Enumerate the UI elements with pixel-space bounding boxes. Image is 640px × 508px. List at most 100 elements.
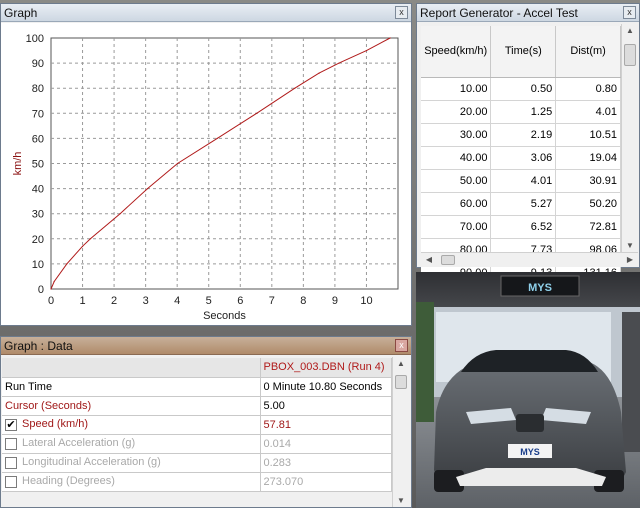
run-time-value: 0 Minute 10.80 Seconds [260,377,392,397]
x-tick-label: 5 [206,295,212,307]
dist-cell: 0.80 [555,77,621,101]
y-tick-label: 50 [32,159,44,171]
speed-data-point [66,263,68,265]
column-header-dist[interactable]: Dist(m) [555,26,621,78]
channel-label-cell: Longitudinal Acceleration (g) [2,453,261,473]
run-file-name[interactable]: PBOX_003.DBN (Run 4) [260,358,392,378]
cursor-value[interactable]: 5.00 [260,396,392,416]
report-row[interactable]: 10.00 0.50 0.80 [421,77,621,101]
y-tick-label: 80 [32,83,44,95]
speed-data-point [50,288,52,290]
scroll-right-arrow-icon[interactable]: ▶ [622,255,638,264]
channel-row[interactable]: Lateral Acceleration (g) 0.014 [2,434,392,454]
data-vscroll-thumb[interactable] [395,375,407,389]
channel-checkbox[interactable]: ✔ [5,418,17,431]
speed-cell: 40.00 [421,146,492,170]
x-tick-label: 9 [332,295,338,307]
speed-data-point [146,188,149,190]
data-scroll-up-arrow-icon[interactable]: ▲ [393,359,409,368]
report-row[interactable]: 30.00 2.19 10.51 [421,123,621,147]
x-tick-label: 8 [300,295,306,307]
time-cell: 1.25 [490,100,557,124]
time-cell: 6.52 [490,215,557,239]
time-cell: 2.19 [490,123,557,147]
y-tick-label: 20 [32,234,44,246]
dist-cell: 72.81 [555,215,621,239]
channel-row[interactable]: Longitudinal Acceleration (g) 0.283 [2,453,392,473]
report-row[interactable]: 20.00 1.25 4.01 [421,100,621,124]
speed-data-point [81,245,84,247]
speed-data-point [176,162,179,165]
time-cell: 0.50 [490,77,557,101]
scroll-down-arrow-icon[interactable]: ▼ [622,241,638,250]
scroll-left-arrow-icon[interactable]: ◀ [421,255,437,264]
report-row[interactable]: 70.00 6.52 72.81 [421,215,621,239]
report-titlebar[interactable]: Report Generator - Accel Test x [417,4,639,22]
report-vscroll-thumb[interactable] [624,44,636,66]
car-photo-illustration: MYS MYS [416,272,640,508]
data-close-button[interactable]: x [395,339,408,352]
speed-data-point [256,112,258,114]
channel-label-cell: Heading (Degrees) [2,472,261,492]
speed-cell: 50.00 [421,169,492,193]
data-scroll-down-arrow-icon[interactable]: ▼ [393,496,409,505]
speed-data-point [338,62,340,64]
speed-data-point [89,238,92,240]
channel-label-cell: Lateral Acceleration (g) [2,434,261,454]
y-axis-label: km/h [12,152,24,176]
report-row[interactable]: 40.00 3.06 19.04 [421,146,621,170]
speed-chart[interactable]: 0 1 2 3 4 5 6 7 8 9 100102030405060708090100Second… [1,23,411,325]
run-time-row: Run Time 0 Minute 10.80 Seconds [2,377,392,397]
channel-checkbox[interactable] [5,437,17,450]
channel-label: Speed (km/h) [22,418,89,431]
channel-row[interactable]: Heading (Degrees) 273.070 [2,472,392,492]
license-plate-text: MYS [520,447,540,457]
x-tick-label: 1 [79,295,85,307]
channel-value: 0.014 [260,434,392,454]
speed-data-point [318,72,320,74]
x-tick-label: 7 [269,295,275,307]
graph-data-window: Graph : Data x PBOX_003.DBN (Run 4) Run … [0,336,412,508]
x-tick-label: 0 [48,295,54,307]
x-tick-label: 10 [360,295,372,307]
time-cell: 4.01 [490,169,557,193]
report-generator-window: Report Generator - Accel Test x Speed(km… [416,3,640,308]
channel-checkbox[interactable] [5,456,17,469]
shop-sign-text: MYS [528,282,552,294]
report-close-button[interactable]: x [623,6,636,19]
cursor-label: Cursor (Seconds) [2,396,261,416]
speed-data-point [389,37,391,39]
dist-cell: 10.51 [555,123,621,147]
graph-close-button[interactable]: x [395,6,408,19]
report-row[interactable]: 60.00 5.27 50.20 [421,192,621,216]
channel-value: 57.81 [260,415,392,435]
channel-value: 0.283 [260,453,392,473]
channel-checkbox[interactable] [5,475,17,488]
graph-window: Graph x 0 1 2 3 4 5 6 7 8 9 10 0 10 20 30 40 50 60 70 80 90 1… [0,3,412,326]
report-row[interactable]: 50.00 4.01 30.91 [421,169,621,193]
data-vertical-scrollbar[interactable]: ▲ ▼ [392,357,409,507]
y-tick-label: 30 [32,209,44,221]
report-vertical-scrollbar[interactable]: ▲ ▼ [621,24,638,252]
dist-cell: 4.01 [555,100,621,124]
y-tick-label: 70 [32,108,44,120]
report-hscroll-thumb[interactable] [441,255,455,265]
dist-cell: 19.04 [555,146,621,170]
column-header-time[interactable]: Time(s) [490,26,557,78]
scroll-up-arrow-icon[interactable]: ▲ [622,26,638,35]
grid-header-blank [2,358,261,378]
speed-data-point [119,213,121,215]
column-header-speed[interactable]: Speed(km/h) [421,26,492,78]
dist-cell: 50.20 [555,192,621,216]
y-tick-label: 60 [32,133,44,145]
report-horizontal-scrollbar[interactable]: ◀ ▶ [421,252,638,267]
channel-label: Longitudinal Acceleration (g) [22,456,161,469]
graph-titlebar[interactable]: Graph x [1,4,411,22]
data-window-title: Graph : Data [4,338,73,353]
x-axis-label: Seconds [203,310,246,322]
data-titlebar[interactable]: Graph : Data x [1,337,411,355]
channel-row[interactable]: ✔ Speed (km/h) 57.81 [2,415,392,435]
car-photo: MYS MYS [416,272,640,508]
y-tick-label: 10 [32,259,44,271]
grid-header-row: PBOX_003.DBN (Run 4) [2,358,392,378]
